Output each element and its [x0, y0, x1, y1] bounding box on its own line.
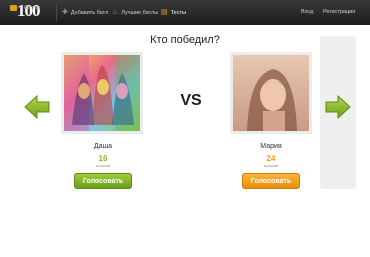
versus-label: VS [180, 92, 202, 109]
nav-tests-label: Тесты [170, 10, 186, 16]
site-logo[interactable]: 100 батлов [8, 1, 58, 25]
crown-icon [10, 5, 17, 11]
contestant-photo-left[interactable] [61, 52, 143, 134]
login-link[interactable]: Вход [301, 0, 313, 25]
contestant-name-right: Мария [260, 143, 282, 150]
plus-icon: ✚ [62, 9, 68, 16]
contestant-image-left [64, 55, 140, 131]
contestant-name-left: Даша [93, 143, 113, 150]
contestant-image-right [233, 55, 309, 131]
nav-add-battle[interactable]: ✚ Добавить батл [62, 0, 108, 25]
previous-arrow-icon[interactable] [24, 94, 50, 120]
logo-subtext: батлов [24, 5, 41, 11]
top-navigation-bar: 100 батлов ✚ Добавить батл ♨ Лучшие батлы … [0, 0, 370, 25]
flame-icon: ♨ [112, 9, 119, 16]
register-label: Регистрация [323, 9, 356, 15]
list-icon: ▤ [161, 9, 168, 16]
nav-best-battles[interactable]: ♨ Лучшие батлы [112, 0, 158, 25]
nav-add-battle-label: Добавить батл [70, 10, 109, 16]
votes-label-left: голосов [95, 163, 111, 168]
vote-count-left: 16 [98, 154, 108, 163]
nav-tests[interactable]: ▤ Тесты [161, 0, 186, 25]
register-link[interactable]: Регистрация [323, 0, 355, 25]
vote-button-left[interactable]: Голосовать [74, 173, 132, 189]
contestant-photo-right[interactable] [230, 52, 312, 134]
vote-count-right: 24 [266, 154, 276, 163]
nav-best-battles-label: Лучшие батлы [121, 10, 159, 16]
votes-label-right: голосов [263, 163, 279, 168]
page-title: Кто победил? [150, 34, 220, 46]
login-label: Вход [301, 9, 314, 15]
vote-button-right[interactable]: Голосовать [242, 173, 300, 189]
nav-divider [56, 4, 57, 21]
logo-text: 100 [17, 1, 40, 20]
next-arrow-icon[interactable] [325, 94, 351, 120]
